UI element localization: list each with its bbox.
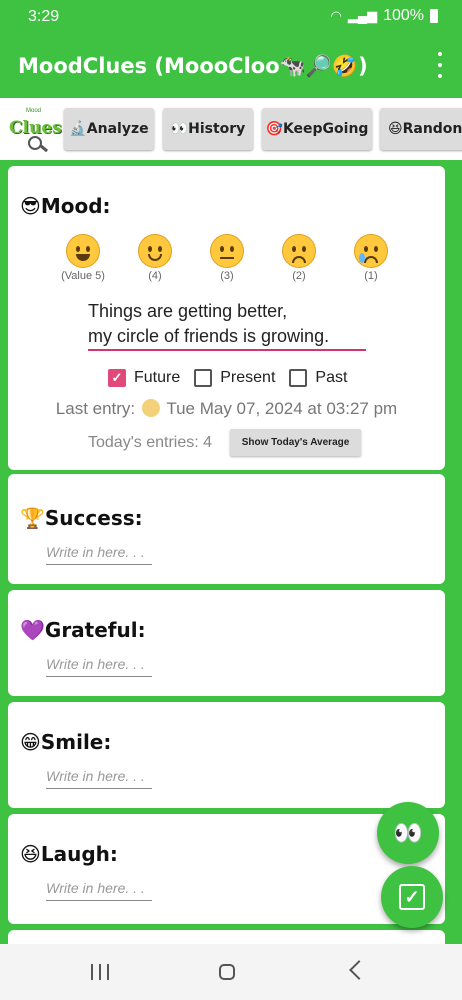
mood-value-3-label: (3): [220, 270, 234, 282]
mood-title: 😎Mood:: [20, 194, 111, 218]
analyze-button[interactable]: 🔬Analyze: [64, 108, 154, 150]
mood-value-2-label: (2): [292, 270, 306, 282]
mood-face-5-button[interactable]: [66, 234, 100, 268]
success-title: 🏆Success:: [20, 506, 143, 530]
last-entry-face-icon: [141, 399, 160, 417]
checkbox-icon: ✓: [399, 884, 425, 910]
present-checkbox[interactable]: [194, 369, 213, 387]
wifi-icon: ◠: [330, 8, 342, 23]
past-label[interactable]: Past: [315, 369, 347, 387]
mood-quote-line-2: my circle of friends is growing.: [88, 326, 330, 346]
future-checkbox[interactable]: ✓: [108, 369, 126, 387]
last-entry-date: Tue May 07, 2024 at 03:27 pm: [166, 399, 398, 418]
recent-apps-icon[interactable]: [91, 964, 109, 980]
mood-face-1-button[interactable]: [354, 234, 388, 268]
quote-underline: [88, 349, 366, 351]
logo-small-text: Mood: [26, 108, 42, 114]
mood-face-2-button[interactable]: [282, 234, 316, 268]
battery-icon: [430, 9, 438, 23]
mood-quote-line-1: Things are getting better,: [88, 301, 288, 321]
magnifier-handle: [39, 144, 49, 153]
home-icon[interactable]: [219, 964, 235, 980]
signal-icon: ▂▄▆: [347, 8, 378, 23]
grateful-title: 💜Grateful:: [20, 618, 146, 642]
battery-percent: 100%: [383, 7, 424, 24]
system-nav-bar: [0, 944, 462, 1000]
future-label[interactable]: Future: [134, 369, 180, 387]
logo-main-text: Clues: [9, 118, 62, 138]
history-button[interactable]: 👀History: [163, 108, 253, 150]
next-card: [8, 930, 445, 944]
todays-entries-count: Today's entries: 4: [88, 434, 213, 451]
save-entry-fab[interactable]: ✓: [381, 866, 443, 928]
smile-input[interactable]: Write in here. . .: [46, 768, 152, 789]
smile-card: 😁Smile: Write in here. . .: [8, 702, 445, 808]
moodclues-logo: Mood Clues: [8, 106, 62, 153]
mood-value-4-label: (4): [148, 270, 162, 282]
status-icons: ◠ ▂▄▆ 100%: [331, 7, 438, 25]
mood-quote[interactable]: Things are getting better, my circle of …: [88, 299, 388, 349]
smile-title: 😁Smile:: [20, 730, 112, 754]
app-bar: MoodClues (MoooCloo🐄🔎🤣): [0, 34, 462, 98]
show-average-button[interactable]: Show Today's Average: [230, 429, 361, 456]
mood-value-5-label: (Value 5): [61, 270, 105, 282]
success-card: 🏆Success: Write in here. . .: [8, 474, 445, 584]
random-button[interactable]: 😆Randon: [380, 108, 462, 150]
app-title: MoodClues (MoooCloo🐄🔎🤣): [18, 54, 368, 78]
present-label[interactable]: Present: [220, 369, 275, 387]
top-toolbar: Mood Clues 🔬Analyze 👀History 🎯KeepGoing …: [0, 98, 462, 160]
mood-face-3-button[interactable]: [210, 234, 244, 268]
success-input[interactable]: Write in here. . .: [46, 544, 152, 565]
grateful-card: 💜Grateful: Write in here. . .: [8, 590, 445, 696]
back-icon[interactable]: [349, 960, 369, 980]
mood-face-4-button[interactable]: [138, 234, 172, 268]
view-entries-fab[interactable]: 👀: [377, 802, 439, 864]
grateful-input[interactable]: Write in here. . .: [46, 656, 152, 677]
status-bar: 3:29 ◠ ▂▄▆ 100%: [0, 0, 462, 34]
laugh-input[interactable]: Write in here. . .: [46, 880, 152, 901]
laugh-title: 😆Laugh:: [20, 842, 118, 866]
mood-card: 😎Mood: (Value 5) (4) (3) (2) (1) Things …: [8, 166, 445, 470]
timeframe-checkboxes: ✓ Future Present Past: [108, 367, 361, 389]
status-time: 3:29: [28, 8, 60, 25]
magnifier-icon: [28, 136, 42, 150]
last-entry: Last entry: Tue May 07, 2024 at 03:27 pm: [8, 399, 445, 419]
keepgoing-button[interactable]: 🎯KeepGoing: [262, 108, 372, 150]
last-entry-prefix: Last entry:: [55, 399, 136, 418]
eyes-icon: 👀: [393, 819, 423, 847]
mood-value-1-label: (1): [364, 270, 378, 282]
past-checkbox[interactable]: [289, 369, 308, 387]
overflow-menu-icon[interactable]: [432, 52, 448, 78]
